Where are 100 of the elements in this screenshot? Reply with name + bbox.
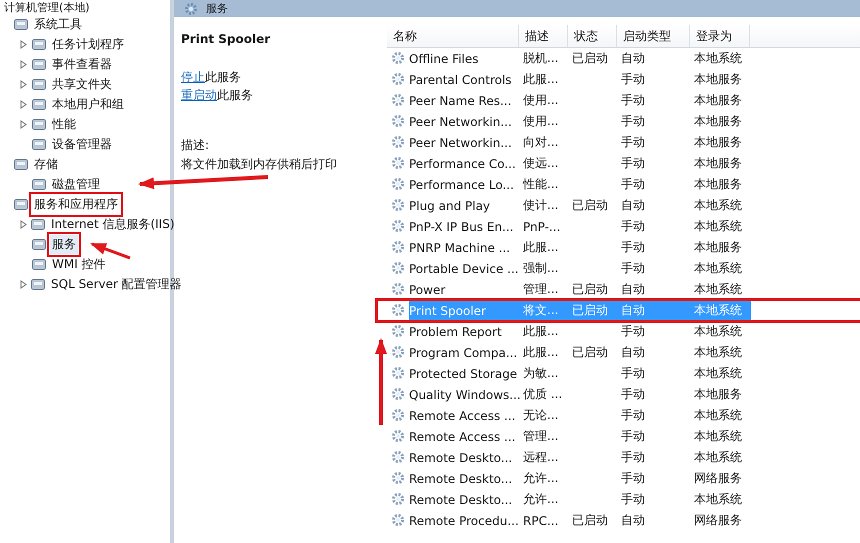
service-row[interactable]: Power 管理... 已启动 自动 本地系统 [409, 280, 751, 299]
service-row[interactable]: Remote Deskto... 远程... 手动 本地系统 [409, 448, 751, 467]
service-row[interactable]: PNRP Machine ... 此服... 手动 本地服务 [409, 238, 751, 257]
expand-arrow-icon[interactable] [20, 100, 27, 108]
gear-icon [391, 513, 406, 528]
action-link[interactable]: 重启动 [181, 88, 217, 102]
tree-item[interactable]: 任务计划程序 [50, 34, 126, 54]
header-title: 服务 [206, 1, 228, 16]
table-cell-text: 允许... [523, 470, 560, 487]
table-cell-text: Problem Report [409, 324, 503, 338]
column-header[interactable]: 描述 [519, 25, 568, 47]
tree-item[interactable]: 事件查看器 [50, 54, 114, 74]
tree-item[interactable]: 本地用户和组 [50, 94, 126, 114]
table-cell-text: 使用... [523, 113, 560, 130]
tree-item[interactable]: 服务和应用程序 [32, 194, 120, 214]
tree-item[interactable]: Internet 信息服务(IIS) [49, 214, 177, 234]
table-cell-text: 网络服务 [694, 512, 743, 529]
table-cell-text: Remote Procedu... [409, 514, 520, 528]
gear-icon [391, 240, 406, 255]
column-header[interactable]: 启动类型 [617, 25, 690, 47]
service-row[interactable]: PnP-X IP Bus En... PnP-... 手动 本地系统 [409, 217, 751, 236]
service-row[interactable]: Remote Procedu... RPC... 已启动 自动 网络服务 [409, 511, 751, 530]
tree-item[interactable]: WMI 控件 [50, 254, 108, 274]
expand-arrow-icon[interactable] [20, 80, 27, 88]
service-row[interactable]: Peer Networkin... 使用... 手动 本地服务 [409, 112, 751, 131]
service-row[interactable]: Remote Access ... 无论... 手动 本地系统 [409, 406, 751, 425]
service-row[interactable]: Remote Deskto... 允许... 手动 本地系统 [409, 490, 751, 509]
column-header[interactable]: 登录为 [690, 25, 750, 47]
tree-item[interactable]: 磁盘管理 [50, 174, 102, 194]
action-link[interactable]: 停止 [181, 70, 205, 84]
expand-arrow-icon[interactable] [20, 220, 27, 228]
table-cell-text: Protected Storage [409, 366, 518, 380]
annotation-arrow [90, 242, 131, 260]
table-cell-text: Quality Windows... [409, 388, 522, 402]
table-cell-text: 自动 [621, 344, 646, 361]
service-row[interactable]: Parental Controls 此服... 手动 本地服务 [409, 70, 751, 89]
service-row[interactable]: Remote Deskto... 允许... 手动 网络服务 [409, 469, 751, 488]
table-cell-text: PnP-X IP Bus En... [409, 220, 514, 234]
table-cell-text: 无论... [523, 407, 560, 424]
service-row[interactable]: Performance Co... 使远... 手动 本地服务 [409, 154, 751, 173]
description-label: 描述: [181, 137, 210, 154]
service-row[interactable]: Portable Device ... 强制... 手动 本地系统 [409, 259, 751, 278]
table-cell-text: 已启动 [572, 344, 609, 361]
gear-icon [391, 93, 406, 108]
table-cell-text: 优质 ... [523, 386, 564, 403]
table-cell-text: 本地服务 [694, 92, 743, 109]
table-cell-text: 使计... [523, 197, 560, 214]
tree-item[interactable]: 存储 [32, 154, 60, 174]
table-cell-text: 远程... [523, 449, 560, 466]
table-cell-text: Remote Deskto... [409, 450, 514, 464]
table-cell-text: 网络服务 [694, 470, 743, 487]
gear-icon [391, 261, 406, 276]
table-cell-text: RPC... [523, 514, 560, 528]
tree-item[interactable]: 共享文件夹 [50, 74, 114, 94]
service-name: Print Spooler [181, 32, 272, 46]
tree-item[interactable]: SQL Server 配置管理器 [49, 274, 184, 294]
gear-icon [391, 282, 406, 297]
table-cell-text: Peer Networkin... [409, 136, 513, 150]
column-header[interactable]: 名称 [387, 25, 519, 47]
table-cell-text: 手动 [621, 470, 646, 487]
service-row[interactable]: Protected Storage 为敏... 手动 本地系统 [409, 364, 751, 383]
table-cell-text: 本地服务 [694, 134, 743, 151]
service-row[interactable]: Offline Files 脱机... 已启动 自动 本地系统 [409, 49, 751, 68]
table-cell-text: 本地服务 [694, 239, 743, 256]
table-cell-text: 本地服务 [694, 155, 743, 172]
table-cell-text: 本地服务 [694, 176, 743, 193]
service-row[interactable]: Performance Lo... 性能... 手动 本地服务 [409, 175, 751, 194]
service-row[interactable]: Plug and Play 使计... 已启动 自动 本地系统 [409, 196, 751, 215]
gear-icon [391, 198, 406, 213]
table-cell-text: 本地系统 [694, 449, 743, 466]
service-row[interactable]: Peer Networkin... 向对... 手动 本地服务 [409, 133, 751, 152]
table-cell-text: 本地服务 [694, 113, 743, 130]
gear-icon [391, 492, 406, 507]
gear-icon [391, 135, 406, 150]
expand-arrow-icon[interactable] [20, 120, 27, 128]
table-cell-text: 手动 [621, 71, 646, 88]
expand-arrow-icon[interactable] [20, 60, 27, 68]
tree-item[interactable]: 服务 [50, 234, 78, 254]
column-header[interactable]: 状态 [568, 25, 617, 47]
table-cell-text: 手动 [621, 260, 646, 277]
table-cell-text: 将文... [523, 302, 560, 319]
tree-item[interactable]: 计算机管理(本地) [2, 0, 92, 16]
tree-item[interactable]: 性能 [50, 114, 78, 134]
service-row[interactable]: Quality Windows... 优质 ... 手动 本地服务 [409, 385, 751, 404]
table-cell-text: 已启动 [572, 50, 609, 67]
table-cell-text: 自动 [621, 302, 646, 319]
gear-icon [391, 51, 406, 66]
service-row[interactable]: Problem Report 此服... 手动 本地系统 [409, 322, 751, 341]
expand-arrow-icon[interactable] [20, 280, 27, 288]
expand-arrow-icon[interactable] [20, 40, 27, 48]
tree-item[interactable]: 系统工具 [32, 14, 84, 34]
table-cell-text: Remote Deskto... [409, 492, 514, 506]
table-cell-text: 手动 [621, 323, 646, 340]
tree-item[interactable]: 设备管理器 [50, 134, 114, 154]
service-row[interactable]: Peer Name Res... 使用... 手动 本地服务 [409, 91, 751, 110]
table-cell-text: 脱机... [523, 50, 560, 67]
table-cell-text: 此服... [523, 344, 560, 361]
service-row[interactable]: Program Compa... 此服... 已启动 自动 本地系统 [409, 343, 751, 362]
service-row[interactable]: Remote Access ... 管理... 手动 本地系统 [409, 427, 751, 446]
gear-icon [391, 114, 406, 129]
